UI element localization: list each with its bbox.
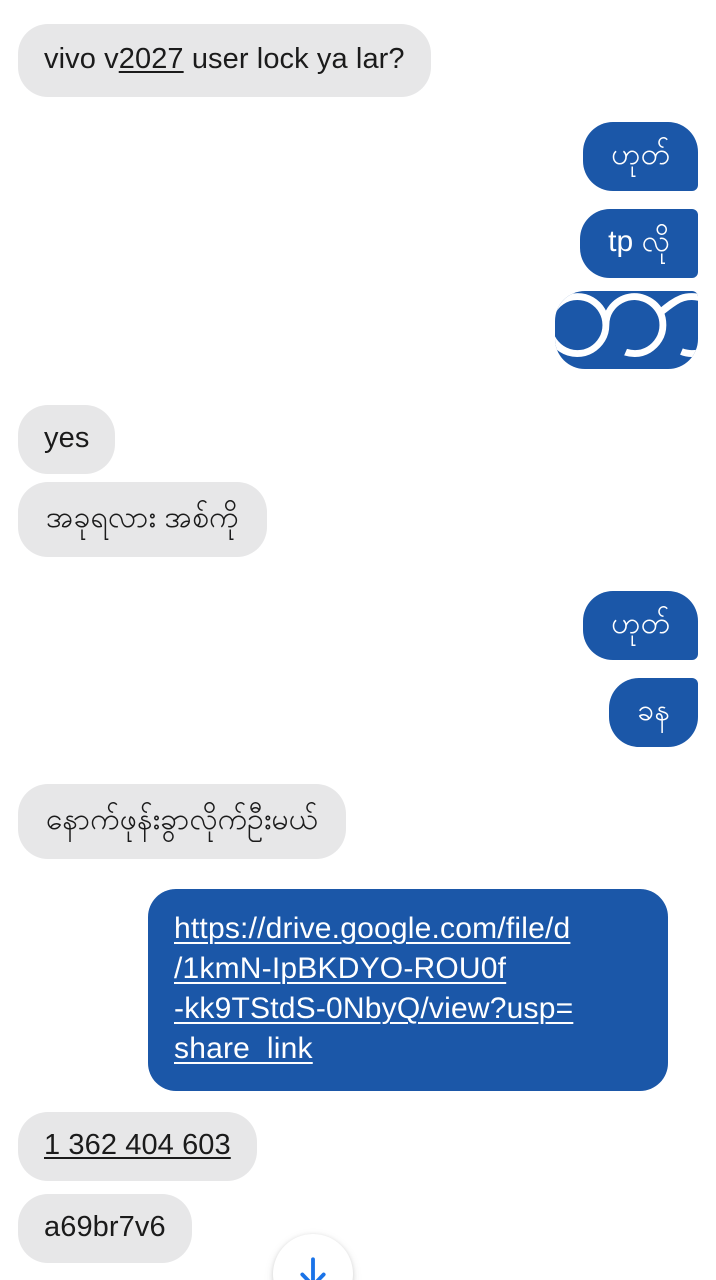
message-text: နောက်ဖုန်းခွာလိုက်ဦးမယ် [46, 803, 318, 836]
message-bubble-outgoing[interactable]: ဟုတ် [583, 591, 698, 660]
message-row-outgoing: ခန [0, 678, 716, 747]
message-list[interactable]: vivo v2027 user lock ya lar? ဟုတ် tp လို… [0, 0, 716, 1280]
message-bubble-outgoing[interactable]: ဟုတ် [583, 122, 698, 191]
phone-number-link[interactable]: 1 362 404 603 [44, 1127, 231, 1164]
message-text: ဟုတ် [611, 138, 670, 171]
message-bubble-incoming[interactable]: 1 362 404 603 [18, 1112, 257, 1182]
message-row-outgoing: tp လို [0, 209, 716, 278]
message-row-incoming: 1 362 404 603 [0, 1112, 716, 1182]
message-row-incoming: yes [0, 405, 716, 475]
message-text: ခန [637, 694, 670, 727]
message-row-outgoing: ဘာလဲ [0, 291, 716, 369]
message-row-incoming: vivo v2027 user lock ya lar? [0, 24, 716, 98]
message-bubble-incoming[interactable]: a69br7v6 [18, 1194, 192, 1264]
message-bubble-outgoing[interactable]: ခန [609, 678, 698, 747]
message-text-oversized: ဘာလဲ [555, 291, 698, 369]
drive-link[interactable]: https://drive.google.com/file/d /1kmN-Ip… [174, 909, 642, 1069]
message-text: အခုရလား အစ်ကို [46, 501, 239, 534]
message-row-outgoing: ဟုတ် [0, 591, 716, 660]
message-row-outgoing: ဟုတ် [0, 122, 716, 191]
message-text-part: user lock ya lar? [183, 43, 405, 75]
message-text-part: vivo v [44, 43, 119, 75]
message-bubble-incoming[interactable]: yes [18, 405, 116, 475]
arrow-down-icon [293, 1254, 333, 1280]
message-row-incoming: နောက်ဖုန်းခွာလိုက်ဦးမယ် [0, 784, 716, 859]
message-row-incoming: အခုရလား အစ်ကို [0, 482, 716, 557]
message-bubble-incoming[interactable]: နောက်ဖုန်းခွာလိုက်ဦးမယ် [18, 784, 346, 859]
message-bubble-outgoing-oversized[interactable]: ဘာလဲ [555, 291, 698, 369]
message-text: vivo v2027 user lock ya lar? [44, 41, 405, 78]
message-text: a69br7v6 [44, 1211, 166, 1243]
inline-link[interactable]: 2027 [119, 43, 184, 75]
chat-screen: vivo v2027 user lock ya lar? ဟုတ် tp လို… [0, 0, 716, 1280]
message-text: yes [44, 422, 90, 454]
message-row-outgoing: https://drive.google.com/file/d /1kmN-Ip… [0, 889, 716, 1091]
message-text: tp လို [608, 225, 670, 258]
message-bubble-outgoing[interactable]: tp လို [580, 209, 698, 278]
message-bubble-incoming[interactable]: အခုရလား အစ်ကို [18, 482, 267, 557]
message-row-incoming: a69br7v6 [0, 1194, 716, 1264]
message-bubble-outgoing-link[interactable]: https://drive.google.com/file/d /1kmN-Ip… [148, 889, 668, 1091]
message-text: ဟုတ် [611, 607, 670, 640]
message-bubble-incoming[interactable]: vivo v2027 user lock ya lar? [18, 24, 431, 98]
